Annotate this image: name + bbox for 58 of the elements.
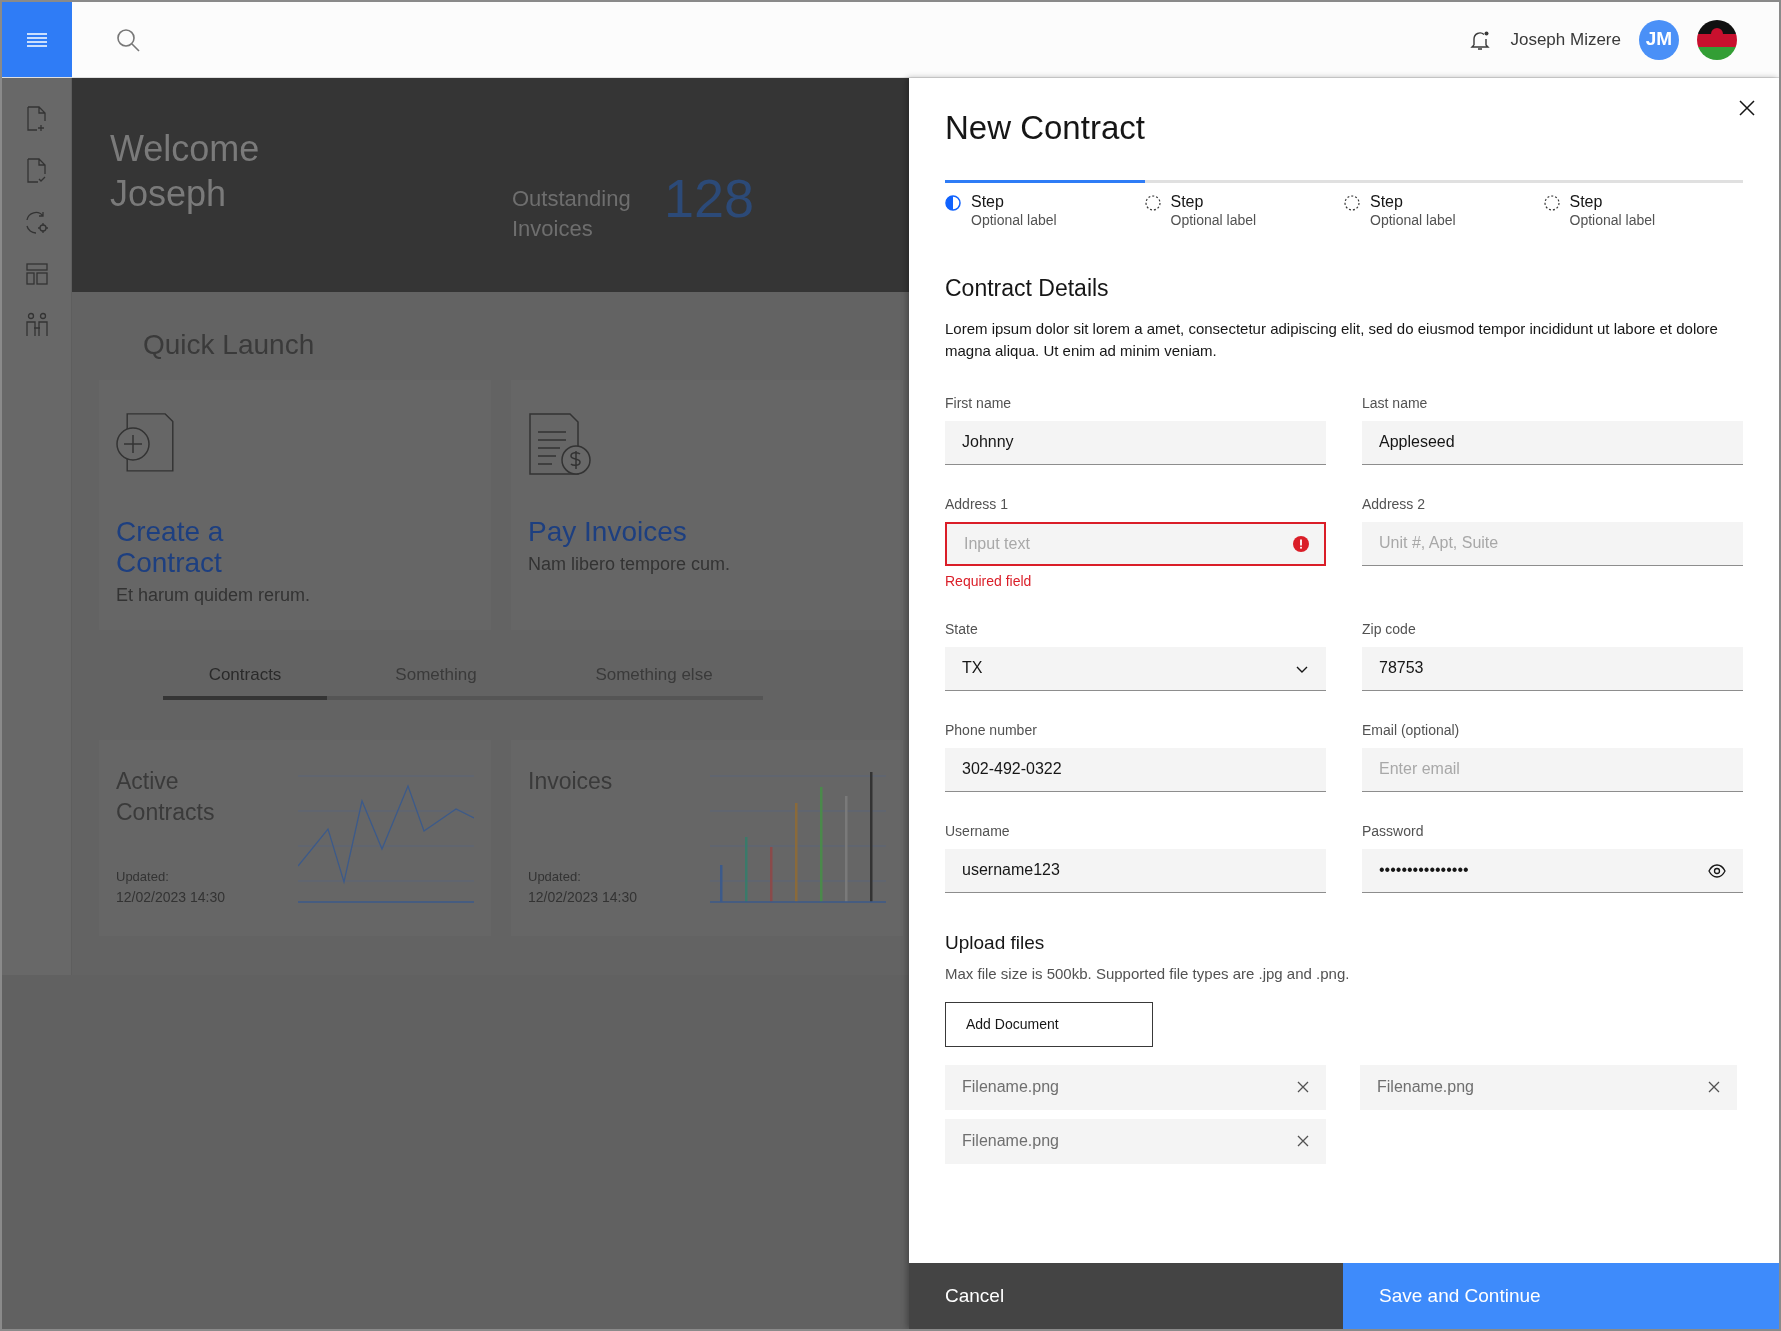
step-sublabel: Optional label <box>1569 211 1656 229</box>
section-heading: Upload files <box>945 930 1046 955</box>
text-field[interactable]: 78753 <box>1362 646 1743 691</box>
close-icon[interactable] <box>1297 1135 1309 1147</box>
step-sublabel: Optional label <box>971 211 1057 229</box>
text-field[interactable]: 302-492-0322 <box>945 747 1326 792</box>
field-label: Username <box>945 821 1011 840</box>
field-label: First name <box>945 393 1013 412</box>
step-label: Step <box>1569 193 1604 211</box>
file-name: Filename.png <box>1377 1077 1475 1097</box>
upload-hint: Max file size is 500kb. Supported file types are .jpg and .png. <box>945 964 1351 984</box>
text-field[interactable]: Enter email <box>1362 747 1743 792</box>
close-icon[interactable] <box>1297 1081 1309 1093</box>
search-icon[interactable] <box>116 27 140 52</box>
step-label: Step <box>1370 193 1404 211</box>
panel-title: New Contract <box>945 108 1146 148</box>
step-sublabel: Optional label <box>1370 211 1456 229</box>
file-check-icon[interactable] <box>25 158 48 184</box>
close-icon[interactable] <box>1739 100 1755 116</box>
eye-icon[interactable] <box>1708 863 1726 878</box>
cancel-button[interactable]: Cancel <box>909 1263 1343 1329</box>
field-label: State <box>945 619 979 638</box>
card-title: Create a Contract <box>116 516 225 578</box>
file-name: Filename.png <box>962 1077 1060 1097</box>
password-field[interactable]: •••••••••••••••• <box>1362 848 1743 893</box>
menu-button[interactable] <box>2 2 72 77</box>
stat-value: 128 <box>664 168 755 230</box>
text-field[interactable]: username123 <box>945 848 1326 893</box>
field-label: Address 2 <box>1362 494 1427 513</box>
step-label: Step <box>971 193 1005 211</box>
field-label: Password <box>1362 821 1425 840</box>
menu-icon <box>26 30 48 49</box>
invoice-dollar-icon <box>528 412 592 476</box>
text-field[interactable]: Appleseed <box>1362 420 1743 465</box>
field-label: Address 1 <box>945 494 1010 513</box>
field-label: Last name <box>1362 393 1429 412</box>
file-name: Filename.png <box>962 1131 1060 1151</box>
field-label: Phone number <box>945 720 1038 739</box>
step-label: Step <box>1170 193 1205 211</box>
welcome-heading: Welcome Joseph <box>110 127 261 216</box>
text-field[interactable]: Input text <box>945 521 1326 566</box>
text-field[interactable]: Johnny <box>945 420 1326 465</box>
section-heading: Contract Details <box>945 274 1110 303</box>
select-field[interactable]: TX <box>945 646 1326 691</box>
field-label: Email (optional) <box>1362 720 1461 739</box>
text-field[interactable]: Unit #, Apt, Suite <box>1362 521 1743 566</box>
field-label: Zip code <box>1362 619 1417 638</box>
stat-label: Outstanding Invoices <box>512 185 632 243</box>
close-icon[interactable] <box>1708 1081 1720 1093</box>
chart-bar <box>770 846 773 902</box>
chart-bar <box>745 836 748 902</box>
flag-icon[interactable] <box>1697 19 1737 60</box>
card-title: Pay Invoices <box>528 516 688 547</box>
step-sublabel: Optional label <box>1170 211 1257 229</box>
error-message: Required field <box>945 571 1033 590</box>
add-document-button[interactable]: Add Document <box>945 1001 1153 1047</box>
description: Lorem ipsum dolor sit lorem a amet, consectetur adipiscing elit, sed do eiusmod tempor incididunt ut labore et dolore magna aliqua. Ut enim ad minim veniam. <box>945 318 1719 361</box>
user-name: Joseph Mizere <box>1510 28 1621 51</box>
